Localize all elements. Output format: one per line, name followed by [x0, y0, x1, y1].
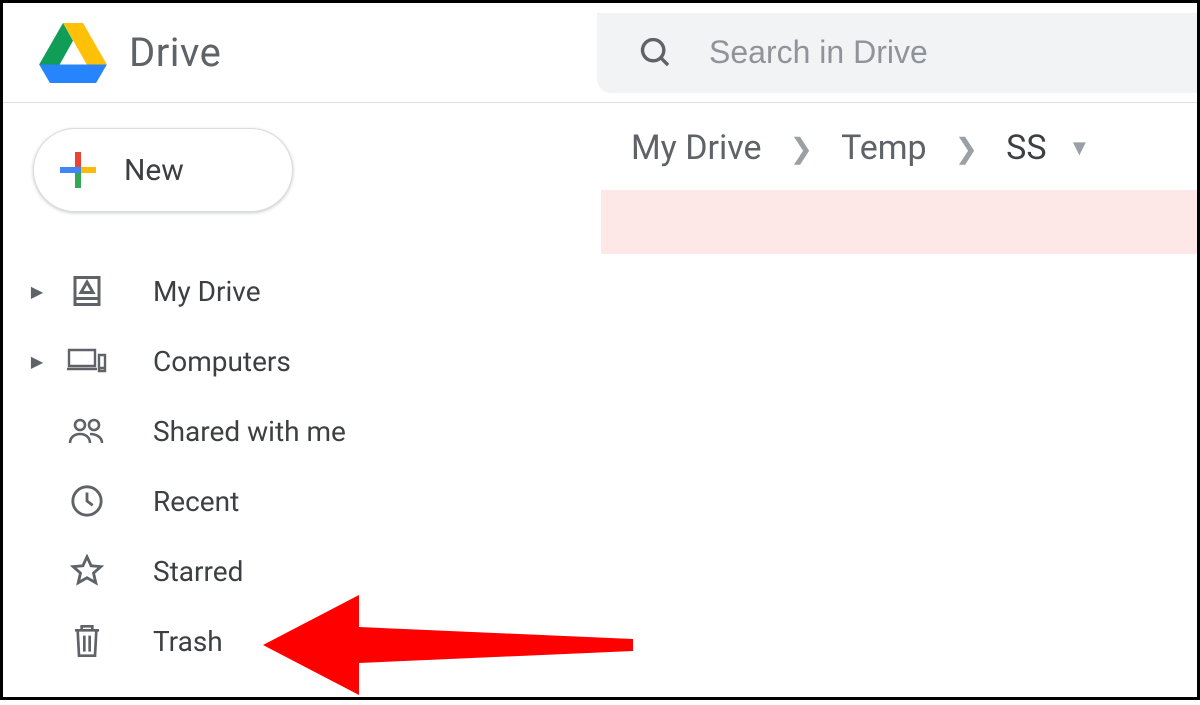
- sidebar-item-label: Trash: [153, 625, 223, 658]
- my-drive-icon: [57, 273, 117, 309]
- sidebar-item-label: Starred: [153, 555, 243, 588]
- sidebar-item-computers[interactable]: ▶ Computers: [3, 326, 563, 396]
- chevron-right-icon: ❯: [790, 132, 813, 165]
- expand-chevron-icon[interactable]: ▶: [17, 352, 57, 371]
- new-button-label: New: [124, 153, 184, 188]
- highlight-band: [601, 190, 1197, 254]
- sidebar-item-my-drive[interactable]: ▶ My Drive: [3, 256, 563, 326]
- sidebar: New ▶ My Drive ▶ Computers Shared with m…: [3, 106, 563, 676]
- breadcrumb-dropdown-icon[interactable]: ▼: [1069, 135, 1091, 161]
- sidebar-item-label: My Drive: [153, 275, 261, 308]
- breadcrumb: My Drive ❯ Temp ❯ SS ▼: [601, 106, 1197, 190]
- search-icon: [639, 36, 673, 70]
- sidebar-item-label: Recent: [153, 485, 239, 518]
- chevron-right-icon: ❯: [955, 132, 978, 165]
- app-title: Drive: [129, 29, 221, 76]
- new-button[interactable]: New: [33, 128, 293, 212]
- breadcrumb-segment[interactable]: My Drive: [631, 128, 762, 168]
- sidebar-item-label: Shared with me: [153, 415, 346, 448]
- sidebar-item-label: Computers: [153, 345, 291, 378]
- sidebar-item-starred[interactable]: Starred: [3, 536, 563, 606]
- drive-logo-icon: [39, 23, 107, 83]
- search-input[interactable]: [707, 13, 1197, 93]
- sidebar-item-recent[interactable]: Recent: [3, 466, 563, 536]
- breadcrumb-segment-current[interactable]: SS: [1006, 128, 1046, 168]
- app-header: Drive: [3, 3, 1197, 103]
- shared-icon: [57, 416, 117, 446]
- content-area: My Drive ❯ Temp ❯ SS ▼: [601, 106, 1197, 254]
- trash-icon: [57, 623, 117, 659]
- star-icon: [57, 554, 117, 588]
- sidebar-item-shared[interactable]: Shared with me: [3, 396, 563, 466]
- sidebar-nav: ▶ My Drive ▶ Computers Shared with me: [3, 256, 563, 676]
- app-logo[interactable]: Drive: [39, 23, 221, 83]
- recent-icon: [57, 484, 117, 518]
- search-bar[interactable]: [597, 13, 1197, 93]
- expand-chevron-icon[interactable]: ▶: [17, 282, 57, 301]
- plus-icon: [58, 150, 98, 190]
- computers-icon: [57, 344, 117, 378]
- breadcrumb-segment[interactable]: Temp: [841, 128, 927, 168]
- sidebar-item-trash[interactable]: Trash: [3, 606, 563, 676]
